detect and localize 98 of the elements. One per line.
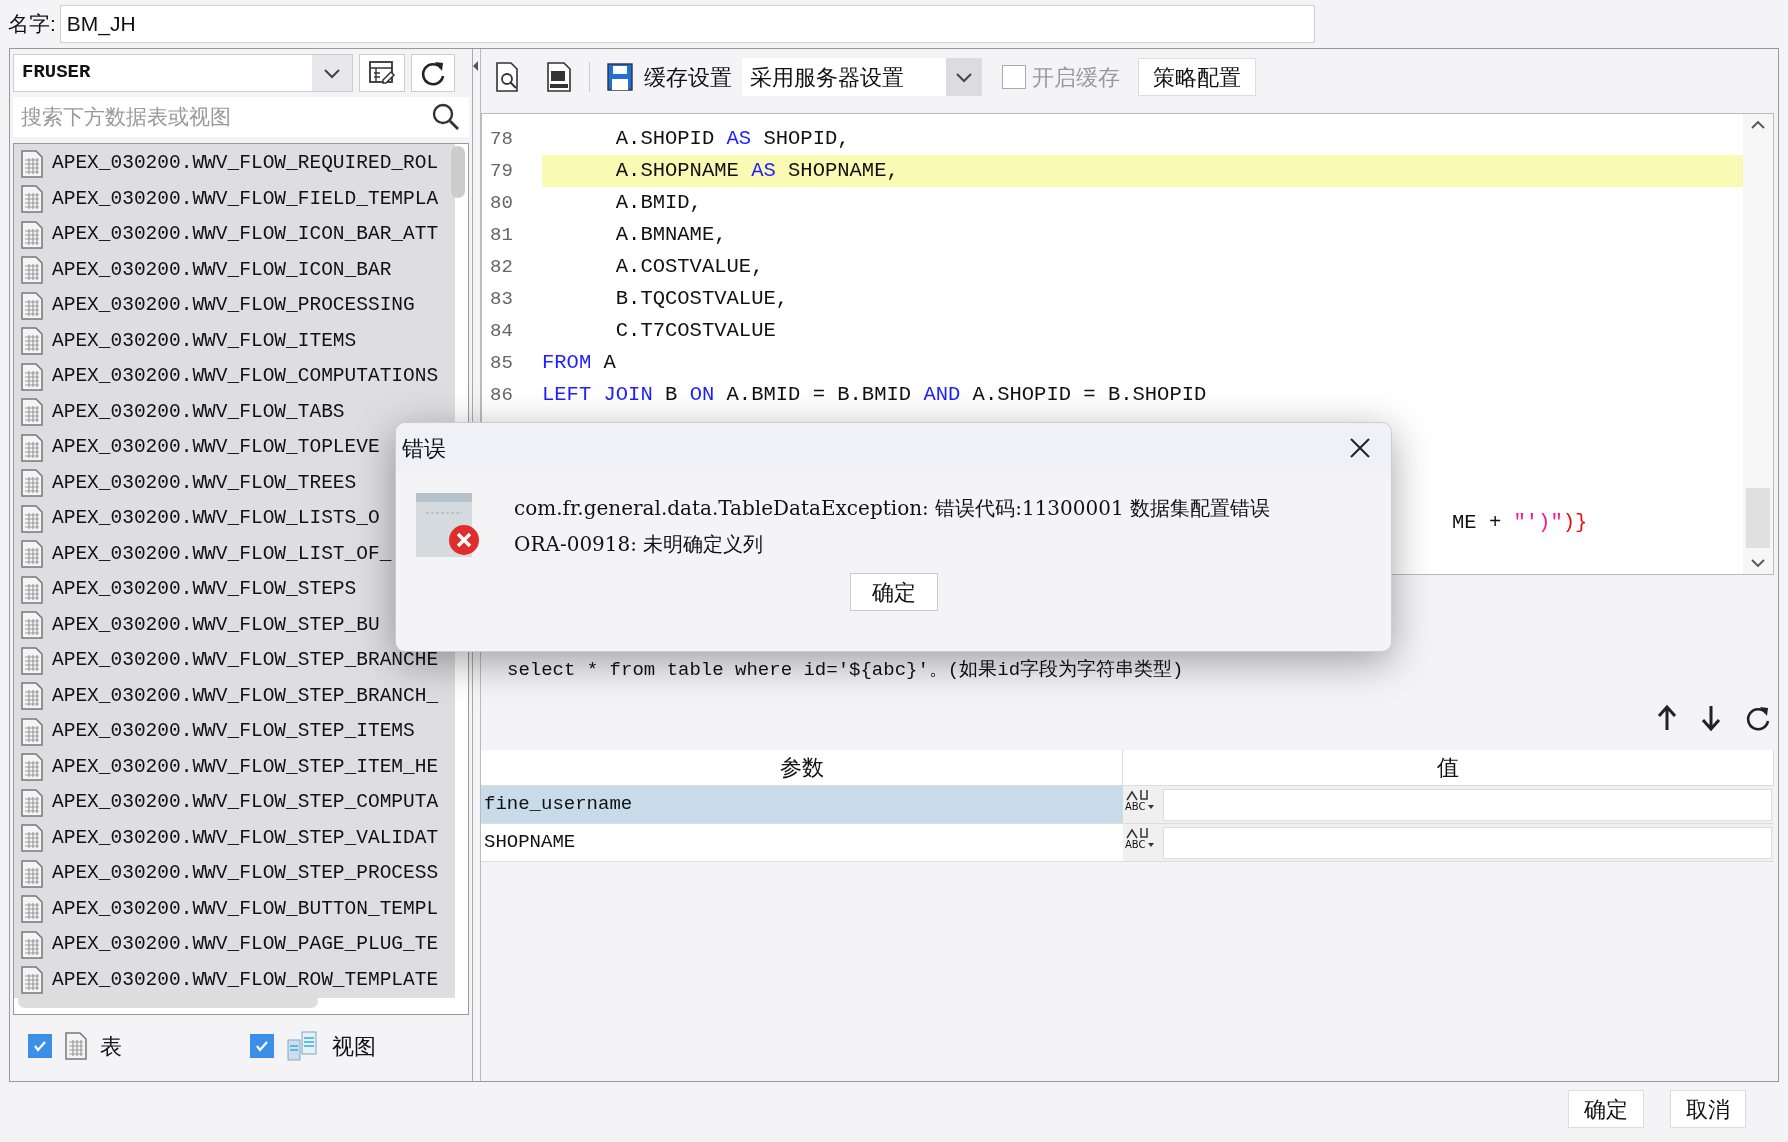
- table-icon: [20, 646, 44, 675]
- cache-mode-select[interactable]: 采用服务器设置: [742, 58, 982, 96]
- dialog-title: 错误: [402, 434, 446, 463]
- move-up-icon[interactable]: [1656, 704, 1678, 732]
- cache-settings-label: 缓存设置: [644, 63, 732, 92]
- filter-label: 视图: [332, 1032, 376, 1061]
- cancel-button[interactable]: 取消: [1670, 1090, 1746, 1128]
- table-list-item[interactable]: APEX_030200.WWV_FLOW_STEP_ITEM_HE: [14, 749, 455, 785]
- parameter-row[interactable]: fine_username ABC: [481, 786, 1774, 824]
- table-list-item[interactable]: APEX_030200.WWV_FLOW_ITEMS: [14, 323, 455, 359]
- table-list-item[interactable]: APEX_030200.WWV_FLOW_LISTS_O: [14, 501, 455, 537]
- refresh-button[interactable]: [411, 53, 455, 92]
- table-list-item[interactable]: APEX_030200.WWV_FLOW_STEP_COMPUTA: [14, 785, 455, 821]
- enable-cache-label: 开启缓存: [1032, 63, 1120, 92]
- table-icon: [64, 1032, 88, 1060]
- error-icon: [416, 493, 482, 559]
- view-icon: [286, 1030, 320, 1062]
- table-icon: [20, 966, 44, 995]
- dialog-confirm-button[interactable]: 确定: [849, 573, 938, 611]
- schema-select[interactable]: FRUSER: [13, 53, 353, 92]
- scroll-down-icon[interactable]: [1751, 558, 1765, 568]
- table-list-item[interactable]: APEX_030200.WWV_FLOW_FIELD_TEMPLA: [14, 181, 455, 217]
- type-glyph-icon: [1125, 788, 1151, 801]
- table-icon: [20, 433, 44, 462]
- code-line: ME + "')")}: [1452, 509, 1588, 536]
- column-header: 参数: [481, 750, 1123, 785]
- vertical-scrollbar[interactable]: [1743, 114, 1773, 574]
- name-label: 名字:: [8, 11, 56, 38]
- close-icon[interactable]: [1349, 437, 1371, 459]
- table-list-item[interactable]: APEX_030200.WWV_FLOW_COMPUTATIONS: [14, 359, 455, 395]
- table-icon: [20, 398, 44, 427]
- table-list-item[interactable]: APEX_030200.WWV_FLOW_BUTTON_TEMPL: [14, 891, 455, 927]
- table-icon: [20, 469, 44, 498]
- error-message: ORA-00918: 未明确定义列: [514, 531, 765, 558]
- table-list-item[interactable]: APEX_030200.WWV_FLOW_STEP_BRANCHE: [14, 643, 455, 679]
- scrollbar-thumb[interactable]: [451, 146, 465, 198]
- table-list-item[interactable]: APEX_030200.WWV_FLOW_STEP_BRANCH_: [14, 678, 455, 714]
- table-list-item[interactable]: APEX_030200.WWV_FLOW_TABS: [14, 394, 455, 430]
- table-icon: [20, 256, 44, 285]
- parameter-row[interactable]: SHOPNAME ABC: [481, 824, 1774, 862]
- table-list-item[interactable]: APEX_030200.WWV_FLOW_ROW_TEMPLATE: [14, 962, 455, 998]
- table-list-item[interactable]: APEX_030200.WWV_FLOW_PROCESSING: [14, 288, 455, 324]
- table-icon: [20, 291, 44, 320]
- parameter-name: SHOPNAME: [483, 830, 577, 856]
- table-icon: [20, 824, 44, 853]
- table-icon: [20, 753, 44, 782]
- search-icon: [431, 102, 461, 132]
- confirm-button[interactable]: 确定: [1568, 1090, 1644, 1128]
- table-edit-button[interactable]: [359, 53, 405, 92]
- table-icon: [20, 930, 44, 959]
- table-list-item[interactable]: APEX_030200.WWV_FLOW_STEP_VALIDAT: [14, 820, 455, 856]
- save-icon[interactable]: [606, 62, 634, 92]
- table-icon: [20, 220, 44, 249]
- caret-icon: [946, 58, 982, 96]
- table-list-item[interactable]: APEX_030200.WWV_FLOW_STEPS: [14, 572, 455, 608]
- type-glyph-icon: [1125, 826, 1151, 839]
- name-field[interactable]: BM_JH: [59, 5, 1315, 43]
- filter-checkbox[interactable]: [28, 1034, 52, 1058]
- table-list-item[interactable]: APEX_030200.WWV_FLOW_ICON_BAR: [14, 252, 455, 288]
- filter-checkbox[interactable]: [250, 1034, 274, 1058]
- table-icon: [20, 895, 44, 924]
- table-icon: [20, 327, 44, 356]
- table-icon: [20, 362, 44, 391]
- table-list-item[interactable]: APEX_030200.WWV_FLOW_LIST_OF_: [14, 536, 455, 572]
- table-edit-icon: [368, 59, 396, 86]
- table-icon: [20, 149, 44, 178]
- filter-label: 表: [100, 1032, 122, 1061]
- hint-text: select * from table where id='${abc}'。(如果id字段为字符串类型): [507, 658, 1185, 683]
- table-list-item[interactable]: APEX_030200.WWV_FLOW_REQUIRED_ROL: [14, 146, 455, 182]
- table-icon: [20, 859, 44, 888]
- table-list-item[interactable]: APEX_030200.WWV_FLOW_STEP_PROCESS: [14, 856, 455, 892]
- table-list-item[interactable]: APEX_030200.WWV_FLOW_PAGE_PLUG_TE: [14, 927, 455, 963]
- strategy-config-button[interactable]: 策略配置: [1138, 58, 1256, 96]
- refresh-icon[interactable]: [1744, 704, 1772, 732]
- table-list-item[interactable]: APEX_030200.WWV_FLOW_TREES: [14, 465, 455, 501]
- error-message: com.fr.general.data.TableDataException: 错误代码:11300001 数据集配置错误: [514, 495, 1271, 522]
- table-list-item[interactable]: APEX_030200.WWV_FLOW_STEP_BU: [14, 607, 455, 643]
- horizontal-scrollbar-thumb[interactable]: [18, 994, 318, 1008]
- table-icon: [20, 504, 44, 533]
- parameter-value-field[interactable]: [1163, 826, 1772, 859]
- parameter-value-field[interactable]: [1163, 788, 1772, 821]
- type-selector[interactable]: ABC: [1123, 788, 1159, 821]
- table-icon: [20, 540, 44, 569]
- table-icon: [20, 611, 44, 640]
- scroll-up-icon[interactable]: [1751, 120, 1765, 130]
- parameter-name: fine_username: [483, 792, 634, 818]
- preview-document-icon[interactable]: [495, 62, 521, 92]
- table-icon: [20, 717, 44, 746]
- caret-icon: [312, 54, 352, 91]
- table-list-item[interactable]: APEX_030200.WWV_FLOW_STEP_ITEMS: [14, 714, 455, 750]
- column-header: 值: [1123, 750, 1774, 785]
- table-list-item[interactable]: APEX_030200.WWV_FLOW_ICON_BAR_ATT: [14, 217, 455, 253]
- table-icon: [20, 575, 44, 604]
- type-selector[interactable]: ABC: [1123, 826, 1159, 859]
- table-icon: [20, 185, 44, 214]
- table-icon: [20, 682, 44, 711]
- move-down-icon[interactable]: [1700, 704, 1722, 732]
- table-icon: [20, 788, 44, 817]
